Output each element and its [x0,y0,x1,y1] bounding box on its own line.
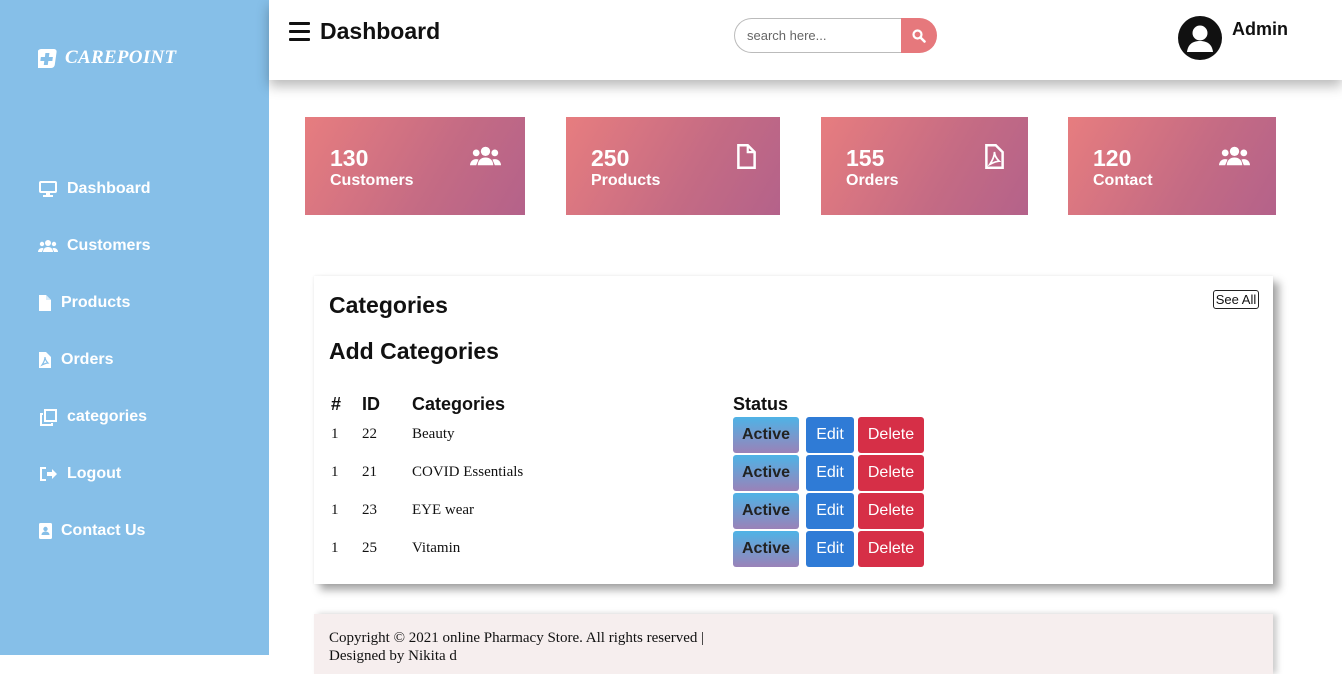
stat-value: 155 [846,145,885,171]
sidebar-item-label: Products [61,294,131,311]
sidebar-item-label: Logout [67,465,122,482]
active-status-button[interactable]: Active [733,417,799,453]
clone-icon [38,407,58,427]
categories-panel: Categories Add Categories See All # ID C… [314,276,1273,584]
sidebar-item-products[interactable]: Products [38,293,130,313]
delete-button[interactable]: Delete [858,531,924,567]
sign-out-icon [38,464,58,484]
panel-subtitle: Add Categories [329,338,499,364]
stat-value: 130 [330,145,369,171]
medical-cross-icon [35,48,57,68]
stat-label: Customers [330,172,414,189]
search-input[interactable] [734,18,909,53]
stat-value: 250 [591,145,630,171]
avatar[interactable] [1178,16,1222,60]
column-header-categories: Categories [412,394,506,414]
brand-logo[interactable]: CAREPOINT [35,47,177,69]
edit-button[interactable]: Edit [806,455,854,491]
edit-button[interactable]: Edit [806,417,854,453]
file-pdf-icon [38,350,52,370]
sidebar-item-orders[interactable]: Orders [38,350,113,370]
sidebar-item-contact-us[interactable]: Contact Us [38,521,145,541]
sidebar-item-dashboard[interactable]: Dashboard [38,179,151,199]
sidebar: CAREPOINT Dashboard Customers Products O… [0,0,269,655]
column-header-number: # [331,394,342,414]
sidebar-item-label: Contact Us [61,522,146,539]
file-icon [730,143,762,169]
stat-label: Products [591,172,661,189]
sidebar-item-logout[interactable]: Logout [38,464,121,484]
cell-category-name: COVID Essentials [412,464,524,480]
stat-value: 120 [1093,145,1132,171]
cell-id: 25 [362,540,377,556]
designer-credit: Designed by Nikita d [329,648,457,664]
menu-toggle-icon[interactable] [289,22,310,41]
edit-button[interactable]: Edit [806,531,854,567]
search-icon [912,28,926,43]
page-title: Dashboard [320,18,441,44]
column-header-id: ID [362,394,380,414]
stat-card-contact[interactable]: 120 Contact [1068,117,1276,215]
stat-label: Contact [1093,172,1153,189]
search-box [734,18,937,53]
cell-id: 23 [362,502,377,518]
users-icon [38,236,58,256]
stat-card-customers[interactable]: 130 Customers [305,117,525,215]
active-status-button[interactable]: Active [733,455,799,491]
active-status-button[interactable]: Active [733,493,799,529]
brand-name: CAREPOINT [65,47,177,68]
sidebar-item-label: categories [67,408,148,425]
copyright-text: Copyright © 2021 online Pharmacy Store. … [329,630,705,646]
cell-id: 22 [362,426,377,442]
delete-button[interactable]: Delete [858,493,924,529]
sidebar-item-categories[interactable]: categories [38,407,147,427]
cell-category-name: EYE wear [412,502,475,518]
see-all-button[interactable]: See All [1213,290,1259,309]
stat-card-products[interactable]: 250 Products [566,117,780,215]
user-name[interactable]: Admin [1232,19,1288,40]
users-icon [1218,143,1250,169]
column-header-status: Status [733,394,789,414]
sidebar-item-label: Dashboard [67,180,151,197]
user-icon [1187,25,1213,52]
delete-button[interactable]: Delete [858,455,924,491]
cell-category-name: Beauty [412,426,455,442]
cell-category-name: Vitamin [412,540,461,556]
cell-number: 1 [331,464,339,480]
search-button[interactable] [901,18,937,53]
sidebar-item-label: Customers [67,237,151,254]
delete-button[interactable]: Delete [858,417,924,453]
edit-button[interactable]: Edit [806,493,854,529]
sidebar-item-customers[interactable]: Customers [38,236,151,256]
sidebar-item-label: Orders [61,351,114,368]
cell-number: 1 [331,502,339,518]
desktop-icon [38,179,58,199]
address-card-icon [38,521,52,541]
top-bar: Dashboard Admin [269,0,1342,80]
panel-title: Categories [329,292,448,318]
cell-number: 1 [331,426,339,442]
file-pdf-icon [978,143,1010,169]
stat-label: Orders [846,172,899,189]
stat-card-orders[interactable]: 155 Orders [821,117,1028,215]
file-icon [38,293,52,313]
cell-id: 21 [362,464,377,480]
active-status-button[interactable]: Active [733,531,799,567]
users-icon [469,143,501,169]
cell-number: 1 [331,540,339,556]
footer: Copyright © 2021 online Pharmacy Store. … [314,614,1273,674]
